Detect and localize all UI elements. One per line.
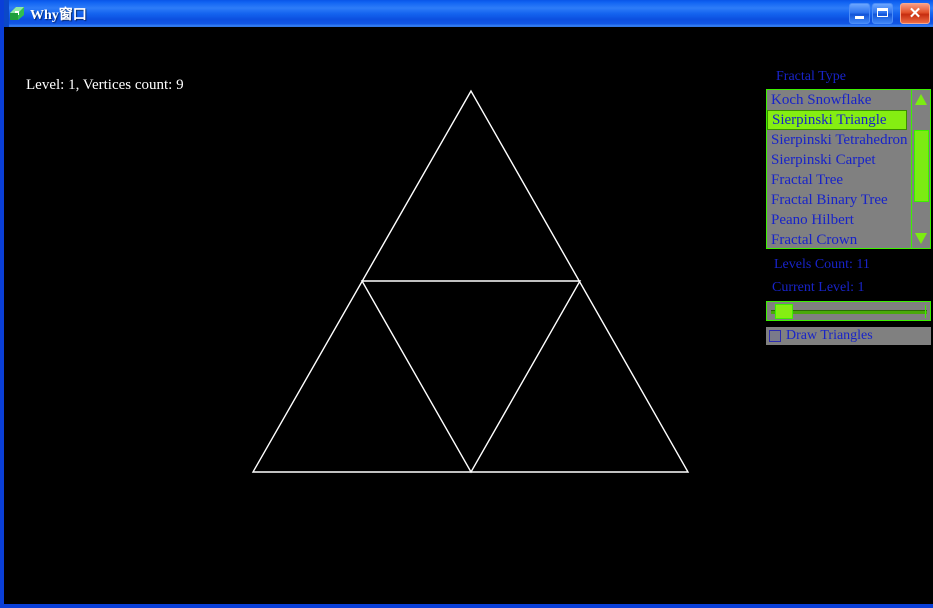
scrollbar-thumb[interactable]	[914, 130, 929, 202]
chevron-down-icon	[915, 233, 927, 244]
list-item-sierpinski-tetrahedron[interactable]: Sierpinski Tetrahedron	[767, 130, 930, 150]
current-level-label: Current Level: 1	[772, 280, 865, 295]
maximize-button[interactable]	[872, 3, 893, 24]
slider-thumb[interactable]	[775, 304, 793, 319]
close-icon: ✕	[908, 5, 922, 22]
client-area: Level: 1, Vertices count: 9 Fractal Type…	[8, 27, 933, 604]
draw-triangles-checkbox-row[interactable]: Draw Triangles	[766, 327, 931, 345]
levels-count-label: Levels Count: 11	[774, 257, 870, 272]
status-text: Level: 1, Vertices count: 9	[26, 77, 184, 93]
slider-end-tick	[925, 305, 926, 318]
list-item-fractal-binary-tree[interactable]: Fractal Binary Tree	[767, 190, 930, 210]
chevron-up-icon	[915, 94, 927, 105]
draw-triangles-checkbox[interactable]	[769, 330, 781, 342]
list-item-sierpinski-triangle[interactable]: Sierpinski Triangle	[767, 110, 907, 130]
title-bar[interactable]: Why窗口 ✕	[4, 0, 933, 27]
list-item-fractal-crown[interactable]: Fractal Crown	[767, 230, 930, 248]
scroll-down-button[interactable]	[913, 230, 930, 247]
maximize-icon	[877, 8, 888, 17]
slider-track	[771, 310, 927, 314]
level-slider[interactable]	[766, 301, 931, 321]
minimize-icon	[855, 16, 864, 19]
application-window: Why窗口 ✕ Level: 1, Vertices count: 9 Frac…	[0, 0, 933, 608]
scroll-up-button[interactable]	[913, 91, 930, 108]
list-item-sierpinski-carpet[interactable]: Sierpinski Carpet	[767, 150, 930, 170]
draw-triangles-label: Draw Triangles	[786, 328, 873, 343]
list-item-koch-snowflake[interactable]: Koch Snowflake	[767, 90, 930, 110]
window-title: Why窗口	[30, 8, 87, 23]
close-button[interactable]: ✕	[900, 3, 930, 24]
control-panel: Fractal Type Koch Snowflake Sierpinski T…	[760, 27, 933, 604]
app-icon	[10, 7, 24, 20]
fractal-type-label: Fractal Type	[776, 69, 846, 84]
listbox-scrollbar[interactable]	[911, 90, 930, 248]
list-item-fractal-tree[interactable]: Fractal Tree	[767, 170, 930, 190]
minimize-button[interactable]	[849, 3, 870, 24]
fractal-type-listbox[interactable]: Koch Snowflake Sierpinski Triangle Sierp…	[766, 89, 931, 249]
list-item-peano-hilbert[interactable]: Peano Hilbert	[767, 210, 930, 230]
